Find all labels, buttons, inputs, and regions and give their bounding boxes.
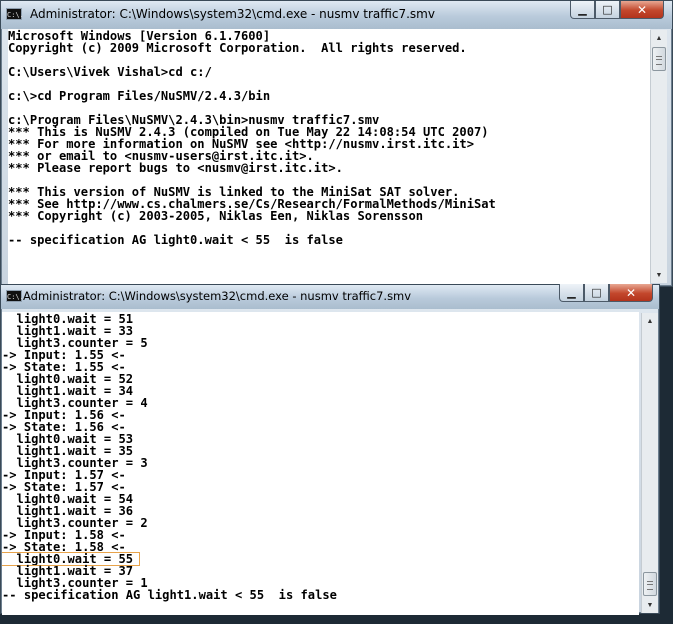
cmd-icon[interactable]: C:\.: [6, 8, 24, 20]
console-line: *** Please report bugs to <nusmv@irst.it…: [8, 162, 650, 174]
cmd-icon[interactable]: C:\.: [6, 290, 24, 302]
maximize-button[interactable]: □: [595, 1, 620, 19]
close-button[interactable]: ✕: [609, 284, 653, 302]
window-title: Administrator: C:\Windows\system32\cmd.e…: [30, 7, 435, 21]
console-line: -- specification AG light1.wait < 55 is …: [2, 589, 639, 601]
minimize-icon: ▁: [578, 3, 587, 16]
cmd-window-2[interactable]: C:\. Administrator: C:\Windows\system32\…: [0, 284, 660, 615]
title-bar[interactable]: C:\. Administrator: C:\Windows\system32\…: [1, 284, 659, 309]
console-line-text: -- specification AG light1.wait < 55 is …: [2, 588, 337, 602]
maximize-button[interactable]: □: [584, 284, 609, 302]
console-output[interactable]: light0.wait = 51 light1.wait = 33 light3…: [2, 312, 639, 615]
scroll-thumb[interactable]: [652, 47, 666, 71]
cmd-window-1[interactable]: C:\. Administrator: C:\Windows\system32\…: [0, 0, 673, 287]
console-line: *** Copyright (c) 2003-2005, Niklas Een,…: [8, 210, 650, 222]
maximize-icon: □: [591, 286, 602, 299]
console-line-text: *** Copyright (c) 2003-2005, Niklas Een,…: [8, 209, 424, 223]
console-output[interactable]: Microsoft Windows [Version 6.1.7600] Copy…: [8, 29, 650, 284]
minimize-button[interactable]: ▁: [559, 284, 584, 302]
vertical-scrollbar[interactable]: ▲ ▼: [641, 313, 658, 613]
console-line-text: Copyright (c) 2009 Microsoft Corporation…: [8, 41, 467, 55]
window-controls: ▁ □ ✕: [559, 284, 653, 303]
console-line-text: *** Please report bugs to <nusmv@irst.it…: [8, 161, 343, 175]
vertical-scrollbar[interactable]: ▲ ▼: [650, 30, 667, 283]
close-icon: ✕: [625, 285, 637, 300]
scroll-up-icon[interactable]: ▲: [642, 313, 658, 329]
title-bar[interactable]: C:\. Administrator: C:\Windows\system32\…: [1, 1, 672, 29]
console-line-text: C:\Users\Vivek Vishal>cd c:/: [8, 65, 212, 79]
console-line-text: -- specification AG light0.wait < 55 is …: [8, 233, 343, 247]
close-icon: ✕: [636, 2, 648, 17]
scroll-down-icon[interactable]: ▼: [651, 267, 667, 283]
console-line: c:\>cd Program Files/NuSMV/2.4.3/bin: [8, 90, 650, 102]
close-button[interactable]: ✕: [620, 1, 664, 19]
console-line: Copyright (c) 2009 Microsoft Corporation…: [8, 42, 650, 54]
maximize-icon: □: [602, 3, 613, 16]
window-controls: ▁ □ ✕: [570, 1, 664, 20]
minimize-icon: ▁: [567, 286, 576, 299]
console-line: C:\Users\Vivek Vishal>cd c:/: [8, 66, 650, 78]
minimize-button[interactable]: ▁: [570, 1, 595, 19]
scroll-up-icon[interactable]: ▲: [651, 30, 667, 46]
scroll-down-icon[interactable]: ▼: [642, 597, 658, 613]
console-line-text: c:\>cd Program Files/NuSMV/2.4.3/bin: [8, 89, 271, 103]
console-line: -- specification AG light0.wait < 55 is …: [8, 234, 650, 246]
scroll-thumb[interactable]: [643, 572, 657, 596]
window-title: Administrator: C:\Windows\system32\cmd.e…: [23, 289, 412, 303]
